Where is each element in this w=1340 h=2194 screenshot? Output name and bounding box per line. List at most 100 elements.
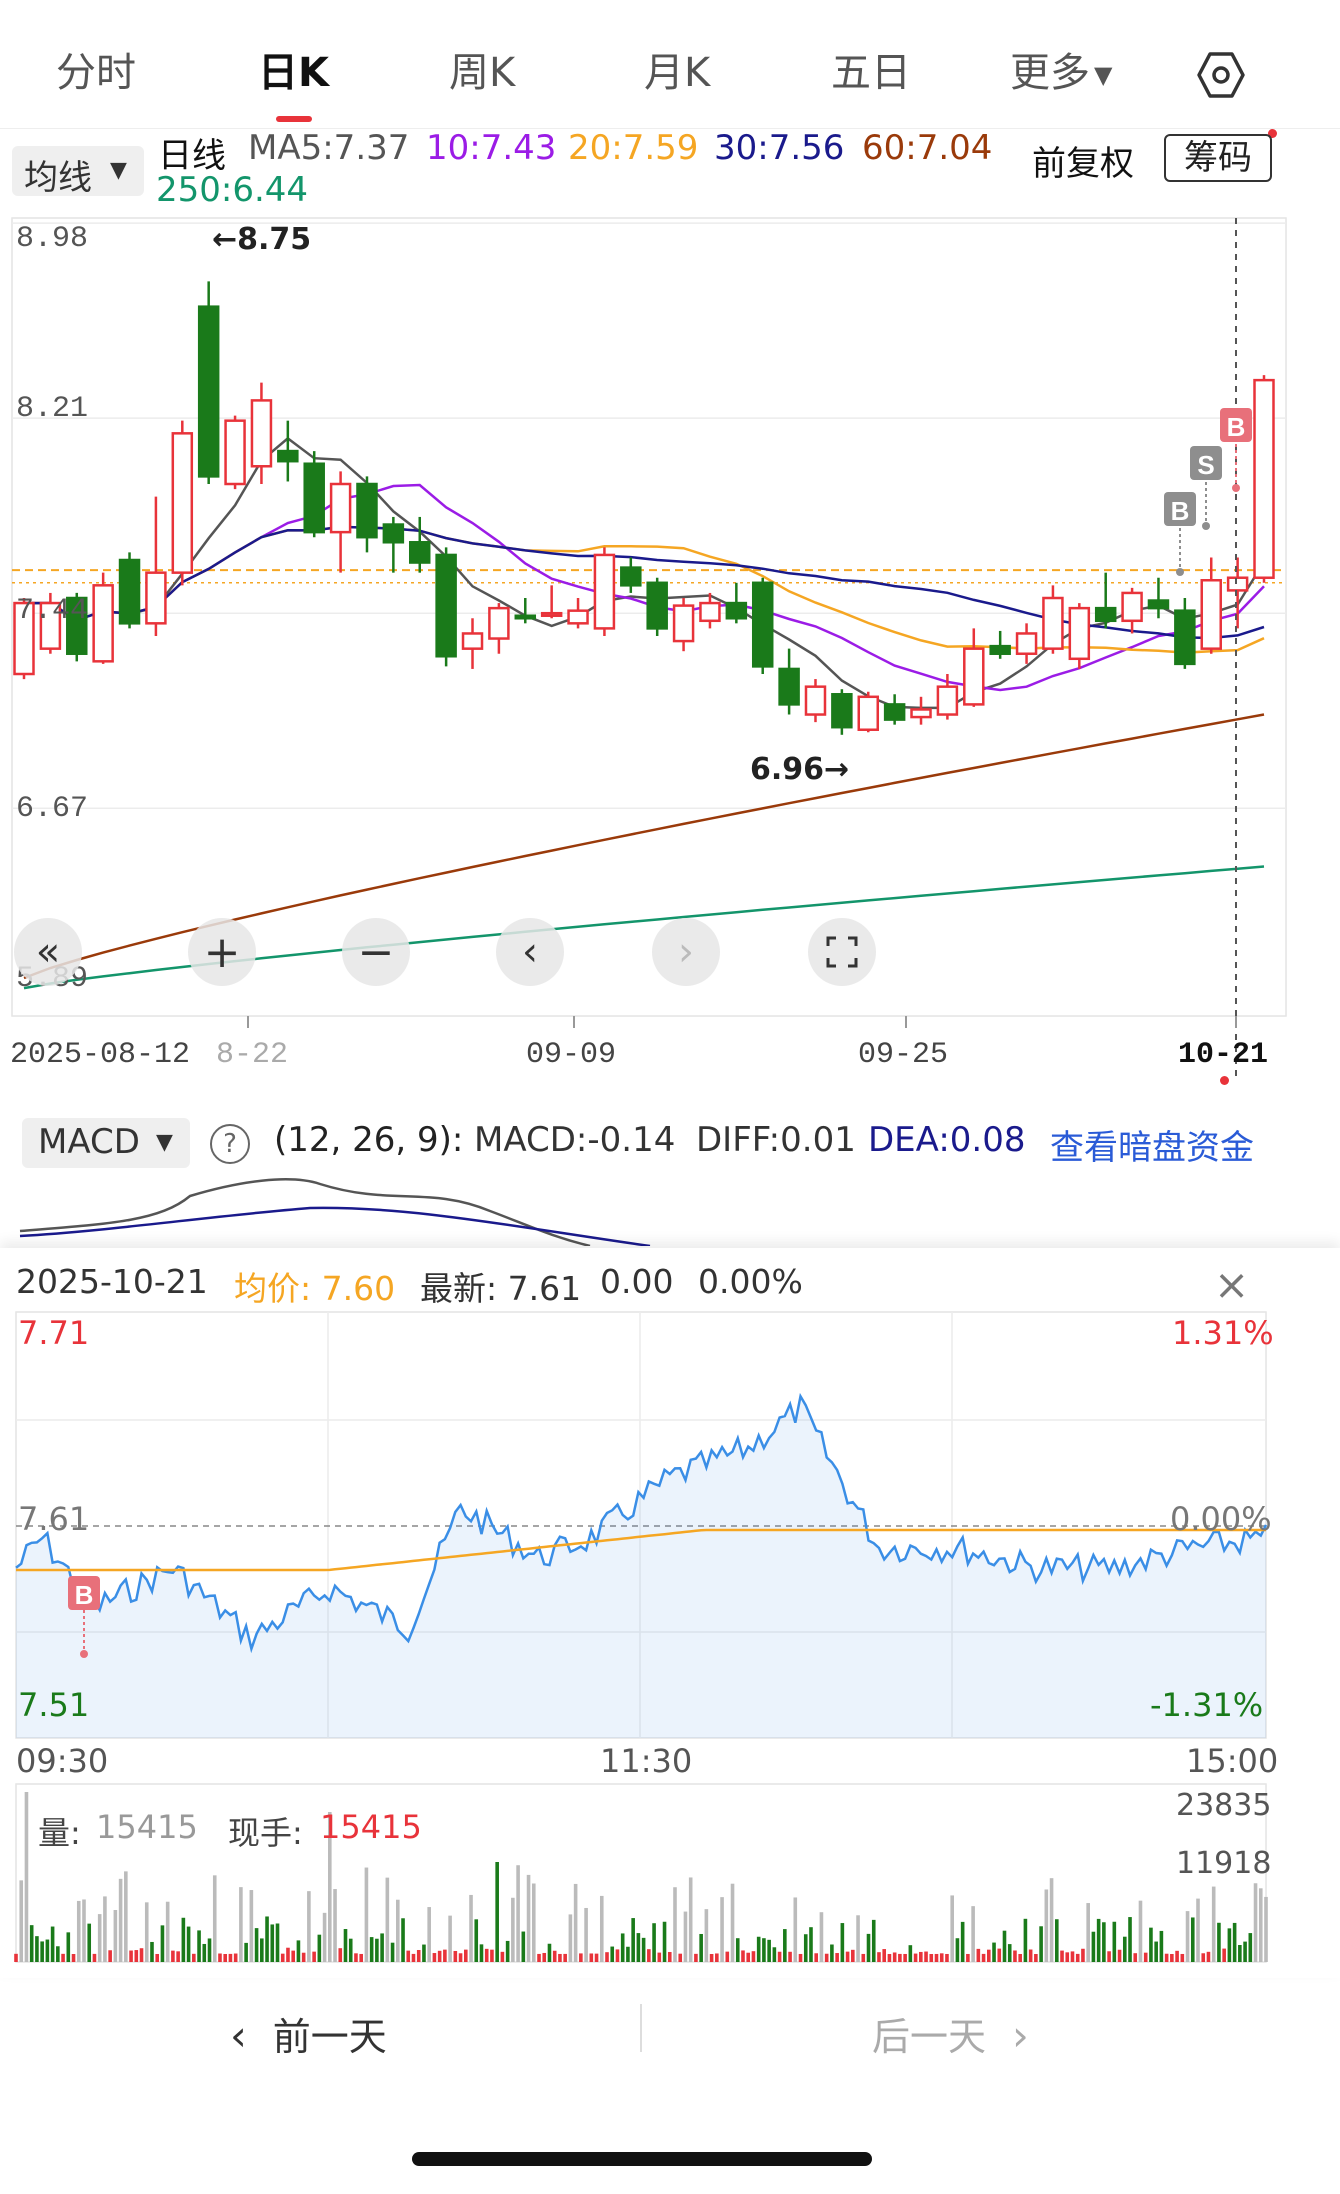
volume-bar (516, 1865, 520, 1962)
volume-bar (678, 1953, 683, 1962)
volume-bar (793, 1897, 798, 1962)
candle-body (725, 601, 748, 620)
home-indicator (412, 2152, 872, 2166)
volume-bar (715, 1953, 719, 1962)
volume-bar (1143, 1952, 1148, 1962)
settings-icon[interactable] (1196, 50, 1246, 100)
candle (1042, 585, 1064, 654)
tab-five-day[interactable]: 五日 (831, 40, 911, 98)
zoom-out-button[interactable]: − (342, 918, 410, 986)
intraday-y-bottom: 7.51 (18, 1686, 90, 1724)
volume-bar (207, 1938, 212, 1962)
volume-bar (856, 1915, 860, 1962)
candle-body (1174, 609, 1196, 666)
candle-body (699, 601, 721, 623)
candle-body (435, 553, 457, 658)
volume-bar (401, 1918, 405, 1962)
help-icon[interactable]: ? (210, 1124, 250, 1164)
intraday-date: 2025-10-21 (16, 1262, 208, 1301)
intraday-y-mid: 7.61 (18, 1500, 90, 1538)
volume-bar (260, 1938, 264, 1962)
signal-label: B (75, 1580, 94, 1610)
x-axis-label: 09-09 (526, 1038, 617, 1072)
volume-value: 15415 (96, 1808, 198, 1846)
volume-bar (699, 1933, 703, 1962)
candle (831, 689, 853, 735)
volume-bar (333, 1889, 337, 1962)
tab-more[interactable]: 更多 ▼ (1010, 40, 1112, 98)
volume-bar (1253, 1883, 1258, 1962)
volume-bar (641, 1937, 646, 1962)
volume-bar (463, 1949, 468, 1962)
macd-selector-label: MACD (38, 1122, 140, 1162)
tab-intraday[interactable]: 分时 (56, 40, 136, 98)
volume-bar (343, 1929, 348, 1962)
scroll-left-button[interactable]: ‹ (496, 918, 564, 986)
candle-body (356, 482, 378, 539)
volume-bar (662, 1921, 667, 1962)
volume-bar (652, 1923, 656, 1962)
ma10-value: 10:7.43 (426, 128, 557, 168)
volume-bar (505, 1940, 510, 1962)
candle-body (1121, 591, 1143, 623)
scroll-right-button[interactable]: › (652, 918, 720, 986)
candle-body (514, 614, 537, 620)
volume-bar (469, 1894, 473, 1962)
current-date-dot (1220, 1076, 1229, 1085)
volume-bar (291, 1950, 295, 1962)
volume-bar (212, 1875, 217, 1962)
volume-bar (594, 1953, 599, 1962)
signal-dot (1202, 522, 1210, 530)
volume-bar (76, 1900, 81, 1962)
volume-bar (134, 1950, 139, 1962)
volume-bar (296, 1940, 301, 1962)
volume-bar (1222, 1948, 1226, 1962)
tab-daily-k[interactable]: 日K (258, 40, 329, 98)
volume-bar (741, 1950, 745, 1962)
fullscreen-icon (826, 936, 858, 968)
fullscreen-button[interactable] (808, 918, 876, 986)
candle (303, 451, 325, 538)
candle-body (329, 482, 352, 534)
chevron-down-icon: ▼ (156, 1130, 173, 1155)
volume-bar (1154, 1941, 1158, 1962)
volume-bar (657, 1952, 662, 1962)
volume-bar (615, 1949, 620, 1962)
volume-bar (280, 1953, 285, 1962)
volume-bar (1086, 1903, 1090, 1962)
volume-bar (992, 1942, 996, 1962)
volume-bar (887, 1953, 892, 1962)
volume-bar (1065, 1952, 1070, 1962)
macd-selector[interactable]: MACD ▼ (22, 1118, 190, 1168)
zoom-in-button[interactable]: + (188, 918, 256, 986)
volume-bar (526, 1874, 531, 1962)
fq-toggle[interactable]: 前复权 (1032, 136, 1134, 185)
candle-body (672, 604, 695, 643)
indicator-selector[interactable]: 均线 ▼ (12, 146, 144, 198)
chip-distribution-button[interactable]: 筹码 (1164, 134, 1272, 182)
volume-bar (1217, 1922, 1221, 1962)
volume-bar (756, 1936, 761, 1962)
volume-bar (647, 1949, 651, 1962)
collapse-left-button[interactable]: « (14, 918, 82, 986)
volume-bar (186, 1926, 191, 1962)
volume-bar (432, 1953, 437, 1962)
volume-bar (1002, 1930, 1007, 1962)
tab-monthly-k[interactable]: 月K (644, 40, 710, 98)
tab-weekly-k[interactable]: 周K (449, 40, 515, 98)
volume-bar (997, 1948, 1002, 1962)
close-icon[interactable]: × (1214, 1262, 1249, 1308)
previous-day-button[interactable]: ‹ 前一天 (230, 2006, 387, 2061)
intraday-chart[interactable]: B (0, 1308, 1340, 1968)
volume-bar (1044, 1889, 1049, 1962)
volume-bar (1107, 1951, 1111, 1962)
volume-bar (584, 1907, 588, 1962)
candle-body (1147, 599, 1170, 610)
candle-body (145, 571, 167, 625)
macd-params: (12, 26, 9): (274, 1120, 464, 1160)
volume-bar (667, 1951, 672, 1962)
dark-pool-link[interactable]: 查看暗盘资金 (1050, 1120, 1254, 1169)
candle-body (408, 541, 431, 564)
volume-bar (924, 1951, 928, 1962)
next-day-button[interactable]: 后一天 › (872, 2006, 1029, 2061)
